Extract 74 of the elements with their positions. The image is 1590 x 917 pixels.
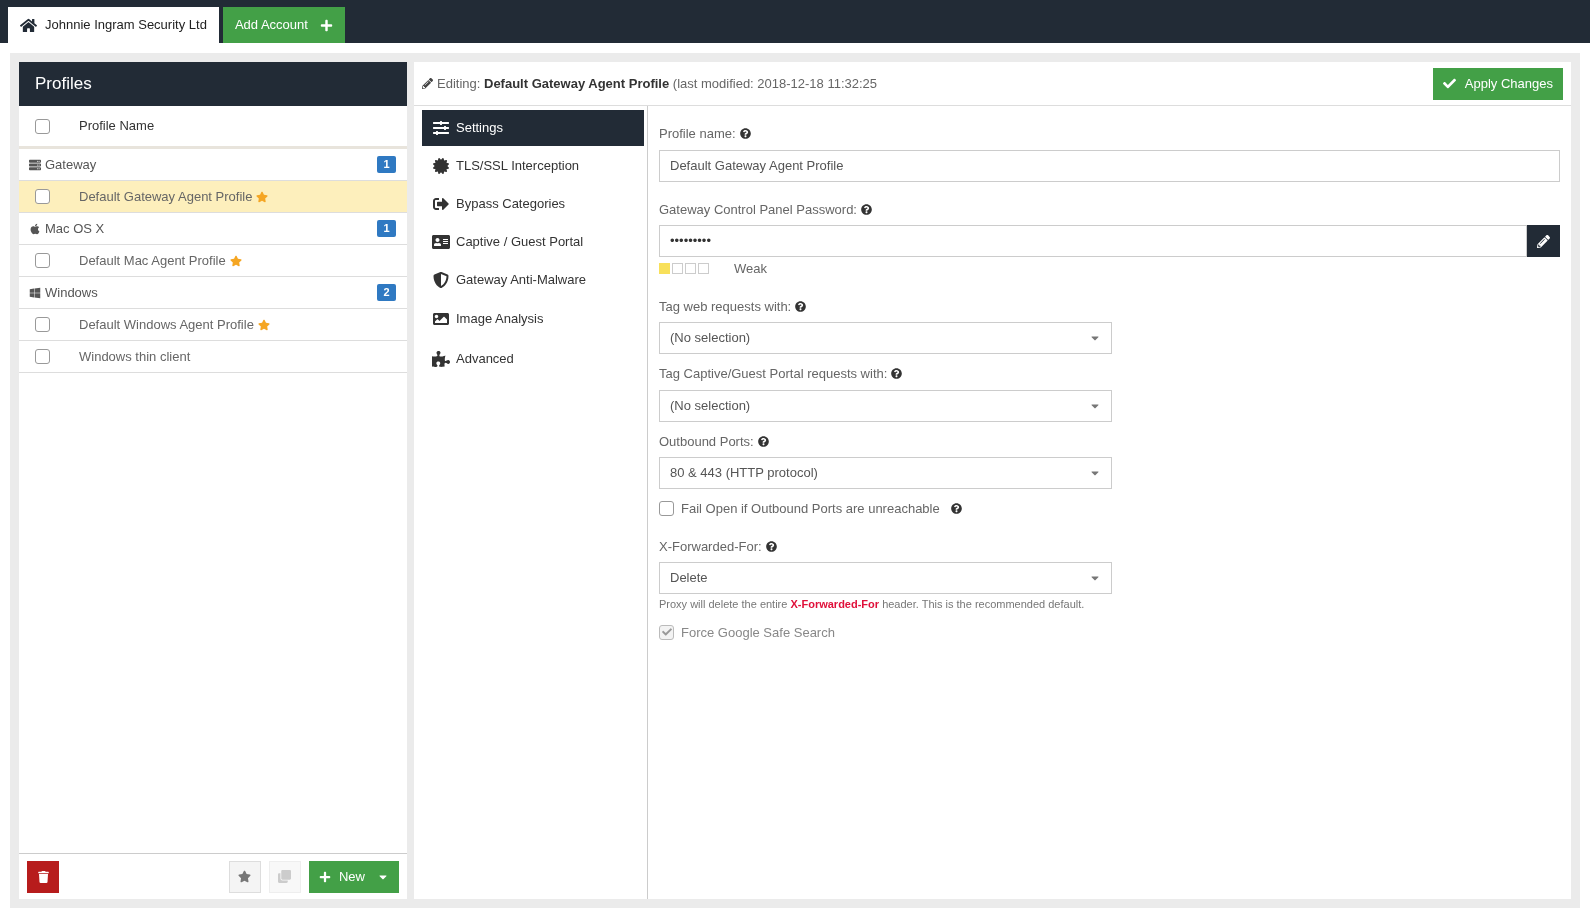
checkbox[interactable]: [35, 349, 50, 364]
apple-icon: [29, 222, 41, 235]
profile-name: Default Mac Agent Profile: [79, 251, 226, 270]
password-field[interactable]: •••••••••: [659, 225, 1527, 257]
puzzle-icon: [432, 351, 450, 367]
checkbox[interactable]: [35, 189, 50, 204]
field-label: Tag web requests with:: [659, 297, 792, 316]
profile-name: Windows thin client: [79, 347, 191, 366]
plus-icon: [319, 870, 331, 883]
select-field[interactable]: (No selection): [659, 389, 1112, 422]
count-badge: 2: [377, 284, 396, 301]
profile-name: Default Windows Agent Profile: [79, 315, 254, 334]
profile-name: Default Gateway Agent Profile: [79, 187, 253, 206]
delete-button[interactable]: [27, 860, 59, 893]
checkbox[interactable]: [35, 317, 50, 332]
group-name: Mac OS X: [45, 219, 105, 238]
help-icon[interactable]: [950, 503, 962, 515]
select-field[interactable]: (No selection): [659, 322, 1112, 354]
nav-item[interactable]: Captive / Guest Portal: [422, 224, 644, 260]
shield-icon: [432, 272, 450, 288]
id-card-icon: [432, 234, 450, 250]
group-name: Windows: [45, 283, 98, 302]
pencil-icon: [1537, 234, 1550, 248]
nav-item[interactable]: Advanced: [422, 340, 644, 378]
check-icon: [661, 627, 672, 638]
help-icon[interactable]: [861, 203, 872, 215]
star-icon: [238, 870, 252, 883]
checkbox[interactable]: [659, 501, 674, 517]
help-icon[interactable]: [757, 435, 769, 447]
checkbox-label: Force Google Safe Search: [681, 623, 835, 642]
server-icon: [29, 158, 41, 171]
account-tab[interactable]: Johnnie Ingram Security Ltd: [8, 7, 219, 43]
exit-arrow-icon: [432, 196, 450, 212]
help-icon[interactable]: [739, 128, 751, 140]
field-label: Profile name:: [659, 125, 736, 143]
help-icon[interactable]: [765, 540, 777, 552]
edit-button[interactable]: [1527, 225, 1560, 257]
sliders-icon: [432, 120, 450, 136]
text-field[interactable]: Default Gateway Agent Profile: [659, 149, 1560, 182]
copy-icon: [278, 870, 292, 883]
group-name: Gateway: [45, 155, 97, 174]
field-label: Outbound Ports:: [659, 432, 754, 451]
nav-item[interactable]: Image Analysis: [422, 300, 644, 338]
pencil-icon: [422, 78, 433, 89]
nav-item[interactable]: Bypass Categories: [422, 186, 644, 222]
trash-icon: [37, 870, 49, 883]
select-field[interactable]: 80 & 443 (HTTP protocol): [659, 457, 1112, 489]
select-all-checkbox[interactable]: [35, 118, 50, 134]
home-icon: [20, 16, 37, 34]
badge-icon: [432, 158, 450, 174]
select-field[interactable]: Delete: [659, 562, 1112, 594]
nav-item[interactable]: Gateway Anti-Malware: [422, 262, 644, 298]
column-header: Profile Name: [79, 117, 155, 136]
field-label: Tag Captive/Guest Portal requests with:: [659, 365, 888, 383]
count-badge: 1: [377, 220, 396, 237]
help-text: Proxy will delete the entire X-Forwarded-For header. This is the recommended default.: [659, 597, 1086, 612]
nav-item[interactable]: TLS/SSL Interception: [422, 148, 644, 184]
strength-label: Weak: [734, 260, 767, 278]
image-icon: [432, 311, 450, 327]
windows-icon: [29, 286, 41, 299]
field-label: Gateway Control Panel Password:: [659, 200, 857, 219]
plus-icon: [319, 18, 333, 32]
count-badge: 1: [377, 156, 396, 173]
checkbox[interactable]: [35, 253, 50, 268]
profile-row[interactable]: Default Gateway Agent Profile: [19, 181, 407, 213]
field-label: X-Forwarded-For:: [659, 537, 762, 556]
checkbox-label: Fail Open if Outbound Ports are unreachable: [681, 500, 940, 518]
favorite-button[interactable]: [229, 860, 261, 893]
editing-title: Editing: Default Gateway Agent Profile (last modified: 2018-12-18 11:32:25: [437, 74, 878, 93]
nav-item[interactable]: Settings: [422, 110, 644, 146]
panel-title: Profiles: [19, 62, 407, 106]
help-icon[interactable]: [795, 300, 807, 312]
help-icon[interactable]: [891, 368, 903, 380]
check-icon: [1442, 77, 1456, 90]
